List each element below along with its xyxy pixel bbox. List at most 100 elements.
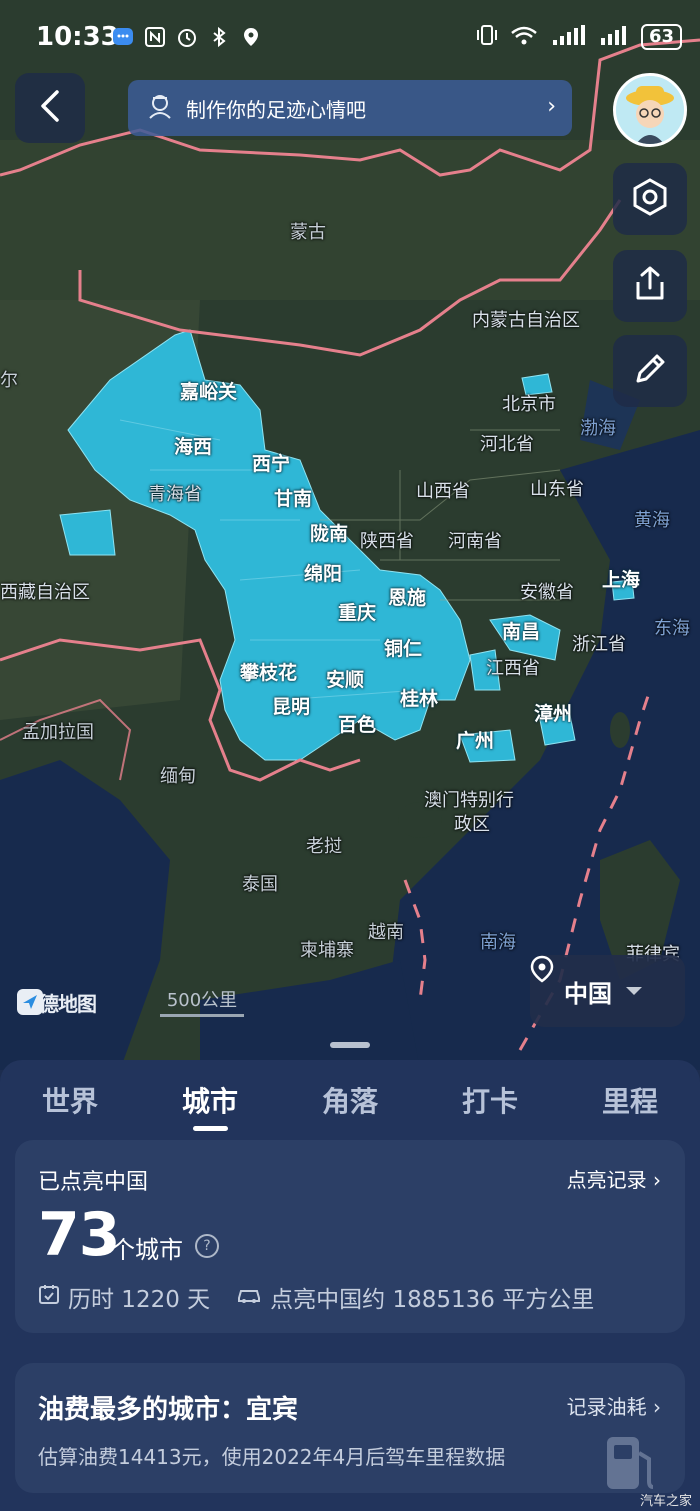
tab-city[interactable]: 城市: [182, 1080, 238, 1120]
map-label-region: 北京市: [502, 394, 556, 415]
map-label-country: 尔: [0, 370, 18, 391]
map-provider-logo: 高德地图: [16, 988, 97, 1017]
car-icon: [236, 1284, 262, 1310]
map-label-region: 内蒙古自治区: [472, 310, 580, 331]
map-label-region: 安徽省: [520, 582, 574, 603]
map-label-country: 孟加拉国: [22, 722, 94, 743]
map-scale: 500公里: [160, 986, 244, 1017]
map-label-region: 河南省: [448, 531, 502, 552]
stats-row: 历时 1220 天 点亮中国约 1885136 平方公里: [38, 1280, 594, 1314]
lit-city-label: 百色: [338, 714, 377, 736]
map-label-region: 政区: [454, 814, 490, 835]
map-label-country: 缅甸: [160, 766, 196, 787]
lit-records-link[interactable]: 点亮记录 ›: [567, 1164, 661, 1193]
back-button[interactable]: [15, 73, 85, 143]
region-selector-label: 中国: [564, 979, 612, 1008]
lit-city-label: 铜仁: [384, 638, 423, 660]
help-icon[interactable]: ?: [195, 1234, 219, 1258]
alarm-icon: [176, 26, 198, 48]
fuel-card[interactable]: 油费最多的城市：宜宾 记录油耗 › 估算油费14413元，使用2022年4月后驾…: [15, 1363, 685, 1493]
active-tab-indicator: [193, 1126, 228, 1131]
avatar[interactable]: [613, 73, 687, 147]
lit-city-label: 广州: [456, 730, 495, 752]
lit-city-label: 嘉峪关: [180, 381, 238, 403]
calendar-check-icon: [38, 1283, 60, 1311]
app-screen: 蒙古 缅甸 老挝 泰国 越南 柬埔寨 孟加拉国 尔 内蒙古自治区 北京市 河北省…: [0, 0, 700, 1511]
vibrate-icon: [475, 24, 499, 50]
map-label-region: 浙江省: [572, 634, 626, 655]
lit-city-label: 桂林: [400, 688, 439, 710]
lit-city-label: 甘南: [274, 488, 313, 510]
lit-city-label: 漳州: [534, 703, 573, 725]
lit-city-label: 重庆: [338, 602, 377, 624]
bluetooth-icon: [208, 26, 230, 48]
chevron-right-icon: ›: [653, 1395, 661, 1419]
map-label-country: 柬埔寨: [300, 940, 354, 961]
region-selector[interactable]: 中国: [530, 955, 685, 1027]
status-bar: 10:33 63: [0, 0, 700, 78]
tab-bar: 世界 城市 角落 打卡 里程: [0, 1080, 700, 1140]
map-scale-bar: [160, 1014, 244, 1017]
watermark: 汽车之家: [639, 1494, 692, 1509]
city-count: 73: [38, 1200, 120, 1270]
location-icon: [240, 26, 262, 48]
fuel-card-title: 油费最多的城市：宜宾: [38, 1395, 299, 1425]
lit-city-label: 海西: [174, 436, 213, 458]
battery-level: 63: [640, 24, 682, 50]
status-time: 10:33: [36, 22, 119, 52]
map-label-region: 青海省: [148, 484, 202, 505]
share-icon: [630, 264, 670, 308]
map-label-country: 越南: [368, 922, 404, 943]
footprint-map[interactable]: 蒙古 缅甸 老挝 泰国 越南 柬埔寨 孟加拉国 尔 内蒙古自治区 北京市 河北省…: [0, 0, 700, 1070]
signal-icon: [549, 24, 589, 50]
lit-city-label: 安顺: [326, 669, 365, 691]
nfc-icon: [144, 26, 166, 48]
lit-city-label: 绵阳: [304, 563, 343, 585]
settings-button[interactable]: [613, 163, 687, 235]
map-label-region: 山西省: [416, 481, 470, 502]
avatar-mood-icon: [144, 90, 176, 126]
chevron-right-icon: ›: [653, 1168, 661, 1192]
map-label-country: 蒙古: [290, 222, 326, 243]
lit-city-label: 恩施: [388, 587, 427, 609]
fuel-pump-icon: [603, 1433, 659, 1493]
lit-city-label: 上海: [602, 569, 641, 591]
tab-corner[interactable]: 角落: [322, 1080, 378, 1120]
tab-mileage[interactable]: 里程: [602, 1080, 658, 1120]
signal-icon: [599, 24, 631, 50]
map-label-sea: 南海: [480, 932, 516, 953]
map-label-region: 陕西省: [360, 531, 414, 552]
map-label-sea: 东海: [654, 618, 690, 639]
map-canvas: [0, 0, 700, 1070]
map-label-region: 山东省: [530, 479, 584, 500]
banner-text: 制作你的足迹心情吧: [186, 97, 366, 122]
edit-button[interactable]: [613, 335, 687, 407]
mood-banner[interactable]: 制作你的足迹心情吧 ›: [128, 80, 572, 136]
lit-city-label: 西宁: [252, 453, 291, 475]
sheet-drag-handle[interactable]: [330, 1042, 370, 1048]
chevron-left-icon: [35, 88, 65, 128]
map-label-sea: 渤海: [580, 418, 616, 439]
fuel-record-label: 记录油耗: [566, 1395, 647, 1419]
lit-records-label: 点亮记录: [566, 1168, 647, 1192]
map-label-country: 老挝: [306, 836, 342, 857]
hexagon-settings-icon: [630, 177, 670, 221]
lit-city-label: 攀枝花: [240, 662, 298, 684]
city-count-unit: 个城市: [111, 1236, 183, 1264]
lit-city-label: 南昌: [502, 621, 541, 643]
map-label-sea: 黄海: [634, 510, 670, 531]
map-label-region: 澳门特别行: [424, 790, 514, 811]
tab-checkin[interactable]: 打卡: [462, 1080, 518, 1120]
wifi-icon: [509, 24, 539, 50]
fuel-card-subtitle: 估算油费14413元，使用2022年4月后驾车里程数据: [38, 1445, 506, 1469]
map-label-region: 西藏自治区: [0, 582, 90, 603]
map-scale-label: 500公里: [166, 990, 238, 1011]
chevron-down-icon: [626, 987, 642, 995]
map-label-region: 河北省: [480, 434, 534, 455]
fuel-record-link[interactable]: 记录油耗 ›: [567, 1391, 661, 1420]
tab-world[interactable]: 世界: [42, 1080, 98, 1120]
lit-summary-card: 已点亮中国 点亮记录 › 73 个城市 ? 历时 1220 天 点亮中国约 18…: [15, 1140, 685, 1333]
pencil-icon: [630, 349, 670, 393]
lit-city-label: 昆明: [272, 696, 311, 718]
share-button[interactable]: [613, 250, 687, 322]
